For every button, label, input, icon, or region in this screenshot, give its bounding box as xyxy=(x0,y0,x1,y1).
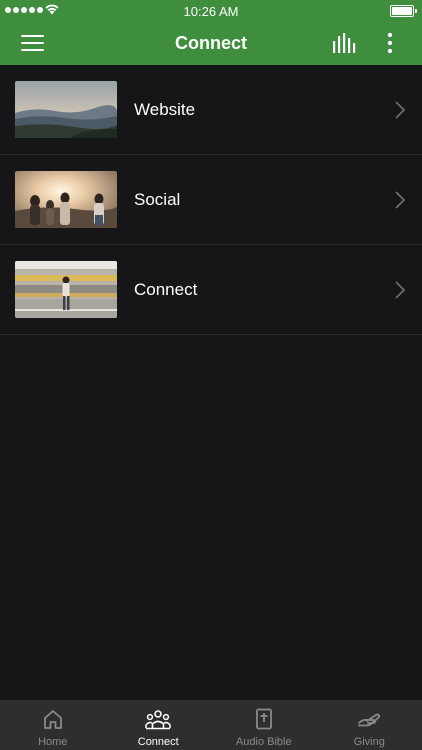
chevron-right-icon xyxy=(395,191,406,209)
connect-list: Website Social Connect xyxy=(0,65,422,335)
top-bar: 10:26 AM Connect xyxy=(0,0,422,65)
audio-bars-icon[interactable] xyxy=(332,33,357,53)
mountain-thumbnail xyxy=(15,81,117,138)
home-icon xyxy=(43,710,62,729)
bible-icon xyxy=(255,708,272,730)
tab-connect[interactable]: Connect xyxy=(106,700,212,750)
tab-audio-bible[interactable]: Audio Bible xyxy=(211,700,317,750)
list-item-label: Connect xyxy=(134,280,198,299)
friends-sunset-thumbnail xyxy=(15,171,117,228)
status-bar: 10:26 AM xyxy=(0,0,422,22)
list-item-website[interactable]: Website xyxy=(0,65,422,155)
chevron-right-icon xyxy=(395,281,406,299)
navigation-bar: Connect xyxy=(0,22,422,65)
list-item-social[interactable]: Social xyxy=(0,155,422,245)
train-station-thumbnail xyxy=(15,261,117,318)
tab-label: Connect xyxy=(137,736,179,748)
tab-giving[interactable]: Giving xyxy=(317,700,422,750)
list-item-label: Social xyxy=(134,190,181,209)
chevron-right-icon xyxy=(395,101,406,119)
list-item-label: Website xyxy=(134,100,196,119)
tab-home[interactable]: Home xyxy=(0,700,106,750)
people-icon xyxy=(145,710,171,730)
tab-label: Audio Bible xyxy=(235,736,292,748)
tab-label: Giving xyxy=(353,736,385,748)
tab-bar: Home Connect Audio Bible Giving xyxy=(0,700,422,750)
status-time: 10:26 AM xyxy=(183,4,239,19)
tab-label: Home xyxy=(38,736,68,748)
list-item-connect[interactable]: Connect xyxy=(0,245,422,335)
page-title: Connect xyxy=(175,33,247,53)
more-options-icon[interactable] xyxy=(384,32,396,54)
battery-icon xyxy=(390,5,417,17)
giving-hand-icon xyxy=(358,713,381,727)
